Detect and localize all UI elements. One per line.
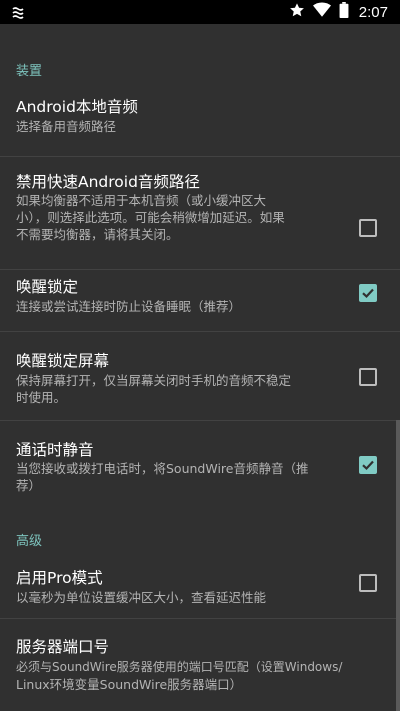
pref-summary: 必须与SoundWire服务器使用的端口号匹配（设置Windows/ Linux… bbox=[16, 659, 396, 693]
pref-title: 启用Pro模式 bbox=[16, 569, 103, 587]
summary-line: 保持屏幕打开，仅当屏幕关闭时手机的音频不稳定 bbox=[16, 373, 292, 388]
status-bar: 2:07 bbox=[0, 0, 400, 24]
summary-line: 小），则选择此选项。可能会稍微增加延迟。如果 bbox=[16, 210, 285, 225]
summary-line: Linux环境变量SoundWire服务器端口） bbox=[16, 677, 243, 692]
settings-list: 装置 Android本地音频 选择备用音频路径 禁用快速Android音频路径 … bbox=[0, 24, 400, 711]
star-icon bbox=[289, 2, 305, 22]
pref-title: 唤醒锁定 bbox=[16, 278, 79, 296]
pref-title: 禁用快速Android音频路径 bbox=[16, 173, 200, 191]
pref-wake-lock[interactable]: 唤醒锁定 连接或尝试连接时防止设备睡眠（推荐） bbox=[0, 270, 400, 330]
section-header-device: 装置 bbox=[16, 64, 43, 79]
summary-line: 荐） bbox=[16, 478, 42, 493]
pref-wake-lock-screen[interactable]: 唤醒锁定屏幕 保持屏幕打开，仅当屏幕关闭时手机的音频不稳定 时使用。 bbox=[0, 332, 400, 420]
pref-title: Android本地音频 bbox=[16, 98, 138, 116]
check-icon bbox=[362, 460, 374, 471]
pref-summary: 当您接收或拨打电话时，将SoundWire音频静音（推 荐） bbox=[16, 460, 308, 494]
pref-summary: 选择备用音频路径 bbox=[16, 119, 117, 134]
pro-mode-checkbox[interactable] bbox=[359, 574, 377, 592]
mute-on-call-checkbox[interactable] bbox=[359, 456, 377, 474]
pref-title: 服务器端口号 bbox=[16, 638, 110, 656]
scrollbar[interactable] bbox=[396, 420, 400, 711]
section-header-advanced: 高级 bbox=[16, 534, 43, 549]
pref-summary: 以毫秒为单位设置缓冲区大小，查看延迟性能 bbox=[16, 590, 267, 605]
check-icon bbox=[362, 288, 374, 299]
wake-lock-screen-checkbox[interactable] bbox=[359, 368, 377, 386]
pref-title: 通话时静音 bbox=[16, 441, 94, 459]
summary-line: 当您接收或拨打电话时，将SoundWire音频静音（推 bbox=[16, 461, 309, 476]
pref-summary: 如果均衡器不适用于本机音频（或小缓冲区大 小），则选择此选项。可能会稍微增加延迟… bbox=[16, 192, 285, 243]
status-time: 2:07 bbox=[358, 3, 388, 21]
pref-disable-fast-path[interactable]: 禁用快速Android音频路径 如果均衡器不适用于本机音频（或小缓冲区大 小），… bbox=[0, 157, 400, 269]
summary-line: 如果均衡器不适用于本机音频（或小缓冲区大 bbox=[16, 193, 267, 208]
pref-title: 唤醒锁定屏幕 bbox=[16, 352, 110, 370]
pref-local-audio[interactable]: Android本地音频 选择备用音频路径 bbox=[0, 80, 400, 156]
pref-pro-mode[interactable]: 启用Pro模式 以毫秒为单位设置缓冲区大小，查看延迟性能 bbox=[0, 554, 400, 618]
disable-fast-path-checkbox[interactable] bbox=[359, 219, 377, 237]
summary-line: 必须与SoundWire服务器使用的端口号匹配（设置Windows/ bbox=[16, 660, 343, 674]
pref-summary: 连接或尝试连接时防止设备睡眠（推荐） bbox=[16, 299, 242, 314]
notification-icon bbox=[12, 5, 24, 19]
wifi-icon bbox=[312, 2, 331, 22]
pref-server-port[interactable]: 服务器端口号 必须与SoundWire服务器使用的端口号匹配（设置Windows… bbox=[0, 619, 400, 711]
pref-summary: 保持屏幕打开，仅当屏幕关闭时手机的音频不稳定 时使用。 bbox=[16, 372, 291, 406]
wake-lock-checkbox[interactable] bbox=[359, 284, 377, 302]
pref-mute-on-call[interactable]: 通话时静音 当您接收或拨打电话时，将SoundWire音频静音（推 荐） bbox=[0, 421, 400, 507]
summary-line: 时使用。 bbox=[16, 390, 67, 405]
battery-icon bbox=[339, 2, 349, 22]
summary-line: 不需要均衡器，请将其关闭。 bbox=[16, 227, 179, 242]
